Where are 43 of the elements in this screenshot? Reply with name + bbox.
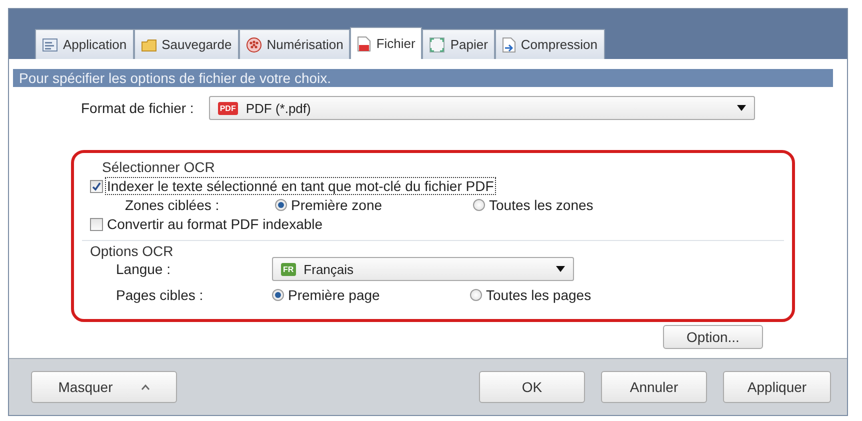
group-title: Options OCR [90,243,174,259]
option-button[interactable]: Option... [663,325,763,349]
dropdown[interactable]: FR Français [272,257,574,281]
radio-label: Toutes les pages [486,287,592,303]
tab[interactable]: Fichier [350,27,422,59]
dotted-circle-icon [246,36,262,52]
checkbox[interactable] [90,218,103,230]
tab[interactable]: Papier [422,29,495,59]
tab[interactable]: Numérisation [238,29,350,59]
radio-label: Première page [288,287,380,303]
dropdown[interactable]: PDF PDF (*.pdf) [208,96,755,120]
field-label: Zones ciblées : [125,197,220,213]
document-arrow-icon [502,36,516,52]
page-corners-icon [429,36,446,52]
dialog-button[interactable]: Annuler [601,371,707,403]
caret-icon [140,384,150,390]
radio-button[interactable] [272,289,284,301]
tab[interactable]: Application [35,29,134,59]
checkbox-label: Indexer le texte sélectionné en tant que mot-clé du fichier PDF [106,178,495,194]
pdf-icon: PDF [218,102,238,114]
field-label: Langue : [116,261,172,277]
dialog-button[interactable]: OK [479,371,585,403]
radio-label: Toutes les zones [489,197,594,213]
field-label: Format de fichier : [81,100,194,116]
window-icon [42,38,58,52]
hide-button[interactable]: Masquer [31,371,177,403]
description-banner: Pour spécifier les options de fichier de votre choix. [13,69,833,87]
group-title: Sélectionner OCR [101,159,216,175]
checkbox[interactable] [90,180,103,192]
flag-icon: FR [281,262,296,276]
checkbox-label: Convertir au format PDF indexable [106,216,324,232]
dropdown-arrow-icon [736,105,746,111]
dialog-button[interactable]: Appliquer [723,371,831,403]
tab[interactable]: Compression [494,29,605,59]
field-label: Pages cibles : [116,287,204,303]
dropdown-arrow-icon [556,266,565,272]
tab[interactable]: Sauvegarde [134,29,239,59]
folder-icon [140,38,157,52]
radio-button[interactable] [275,199,287,211]
radio-button[interactable] [470,289,482,301]
radio-button[interactable] [473,199,485,211]
radio-label: Première zone [291,197,382,213]
document-icon [357,36,372,52]
